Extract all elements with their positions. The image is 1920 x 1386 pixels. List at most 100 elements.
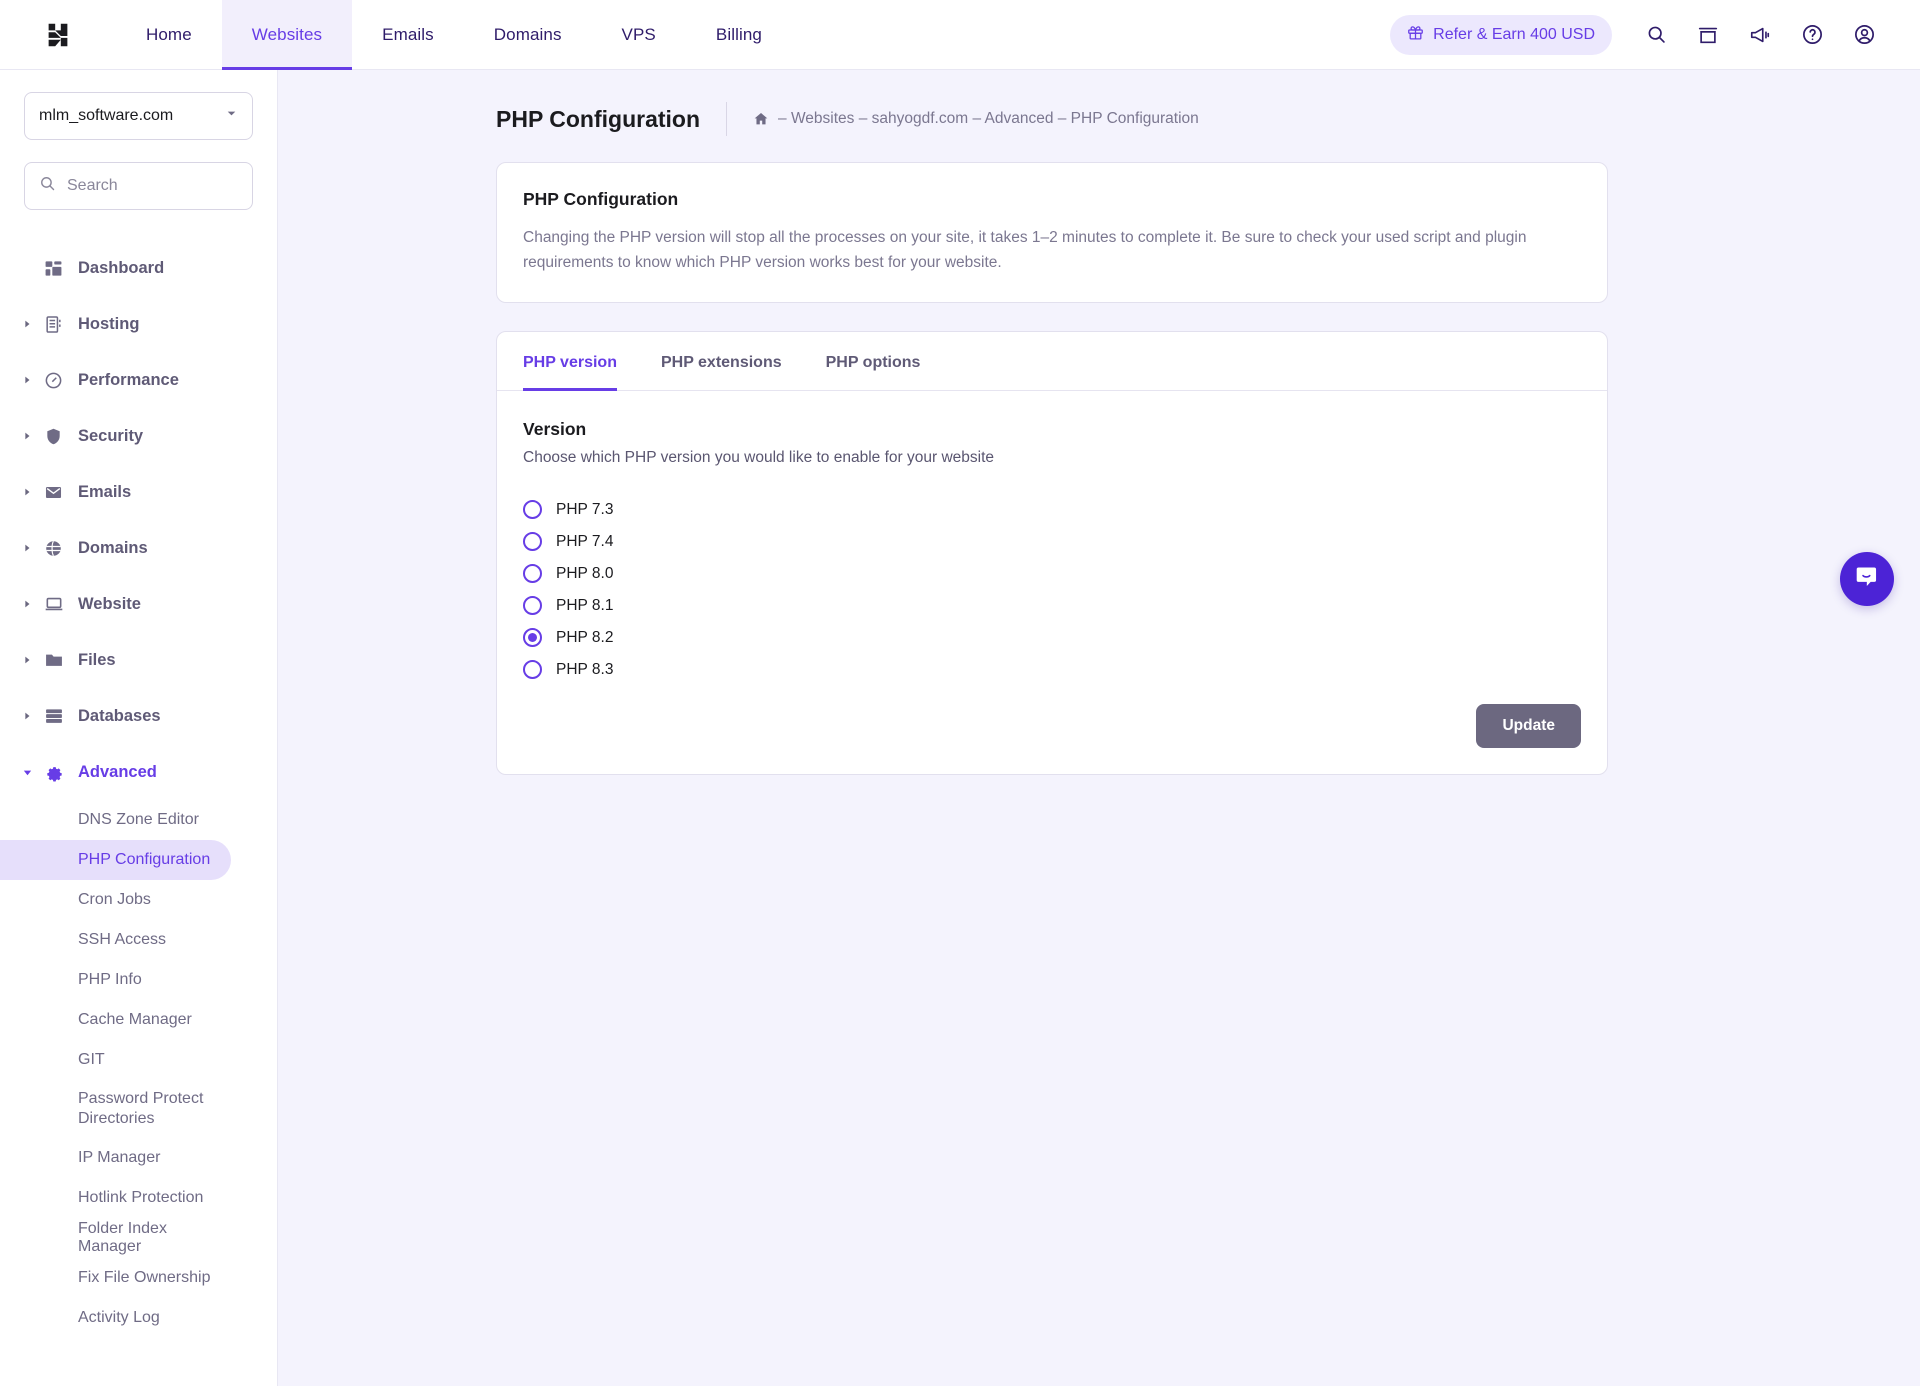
- radio-label: PHP 8.1: [556, 596, 614, 614]
- sidebar-item-advanced[interactable]: Advanced: [0, 744, 277, 800]
- sidebar-nav-list: Dashboard Hosting Performance Security E…: [0, 240, 277, 1358]
- sidebar-item-label: Domains: [78, 538, 148, 557]
- chevron-down-icon: [225, 107, 238, 125]
- domain-selector[interactable]: mlm_software.com: [24, 92, 253, 140]
- chevron-right-icon: [22, 431, 44, 441]
- folder-icon: [44, 650, 78, 670]
- search-icon[interactable]: [1634, 13, 1678, 57]
- server-icon: [44, 315, 78, 334]
- sidebar-item-label: Advanced: [78, 762, 157, 781]
- radio-icon: [523, 660, 542, 680]
- hostinger-logo[interactable]: [0, 0, 116, 69]
- radio-option-php-7-4[interactable]: PHP 7.4: [523, 526, 1581, 558]
- chevron-right-icon: [22, 375, 44, 385]
- radio-option-php-8-2[interactable]: PHP 8.2: [523, 622, 1581, 654]
- refer-and-earn-button[interactable]: Refer & Earn 400 USD: [1390, 14, 1612, 55]
- sidebar-subitem-activity-log[interactable]: Activity Log: [0, 1298, 231, 1338]
- update-button[interactable]: Update: [1476, 703, 1581, 748]
- nav-item-websites[interactable]: Websites: [221, 0, 353, 70]
- radio-option-php-8-0[interactable]: PHP 8.0: [523, 558, 1581, 590]
- nav-item-vps[interactable]: VPS: [592, 0, 686, 69]
- account-icon[interactable]: [1842, 13, 1886, 57]
- chevron-right-icon: [22, 319, 44, 329]
- home-icon[interactable]: [753, 111, 769, 127]
- sidebar-subitem-password-protect-directories[interactable]: Password Protect Directories: [0, 1080, 231, 1138]
- top-navigation-bar: Home Websites Emails Domains VPS Billing…: [0, 0, 1920, 70]
- refer-and-earn-label: Refer & Earn 400 USD: [1433, 25, 1595, 43]
- chevron-right-icon: [22, 655, 44, 665]
- radio-label: PHP 8.2: [556, 628, 614, 646]
- tab-php-version[interactable]: PHP version: [523, 332, 617, 391]
- sidebar-search[interactable]: [24, 162, 253, 210]
- nav-item-domains[interactable]: Domains: [464, 0, 592, 69]
- chevron-right-icon: [22, 487, 44, 497]
- tab-php-options[interactable]: PHP options: [826, 332, 921, 390]
- gear-icon: [44, 762, 78, 782]
- nav-item-home[interactable]: Home: [116, 0, 222, 69]
- tab-php-extensions[interactable]: PHP extensions: [661, 332, 782, 390]
- chevron-right-icon: [22, 543, 44, 553]
- radio-label: PHP 7.4: [556, 532, 614, 550]
- sidebar-subitem-dns-zone-editor[interactable]: DNS Zone Editor: [0, 800, 231, 840]
- sidebar-subitem-git[interactable]: GIT: [0, 1040, 231, 1080]
- sidebar-item-dashboard[interactable]: Dashboard: [0, 240, 277, 296]
- domain-selector-value: mlm_software.com: [39, 107, 174, 124]
- radio-icon: [523, 532, 542, 552]
- store-icon[interactable]: [1686, 13, 1730, 57]
- sidebar-subitem-cache-manager[interactable]: Cache Manager: [0, 1000, 231, 1040]
- sidebar-subitem-ip-manager[interactable]: IP Manager: [0, 1138, 231, 1178]
- radio-option-php-8-1[interactable]: PHP 8.1: [523, 590, 1581, 622]
- sidebar-subitem-php-info[interactable]: PHP Info: [0, 960, 231, 1000]
- version-section-title: Version: [523, 418, 587, 439]
- php-configuration-info-card: PHP Configuration Changing the PHP versi…: [496, 162, 1608, 303]
- sidebar-item-databases[interactable]: Databases: [0, 688, 277, 744]
- radio-option-php-8-3[interactable]: PHP 8.3: [523, 654, 1581, 686]
- megaphone-icon[interactable]: [1738, 13, 1782, 57]
- chevron-right-icon: [22, 711, 44, 721]
- sidebar-item-label: Website: [78, 594, 141, 613]
- nav-item-billing[interactable]: Billing: [686, 0, 792, 69]
- sidebar-item-hosting[interactable]: Hosting: [0, 296, 277, 352]
- search-input[interactable]: [67, 177, 238, 195]
- gift-icon: [1407, 24, 1424, 46]
- radio-icon-selected: [523, 628, 542, 648]
- top-bar-actions: Refer & Earn 400 USD: [1390, 0, 1920, 69]
- info-card-description: Changing the PHP version will stop all t…: [523, 229, 1527, 271]
- page-header: PHP Configuration – Websites – sahyogdf.…: [278, 70, 1920, 162]
- sidebar-item-emails[interactable]: Emails: [0, 464, 277, 520]
- php-settings-card: PHP version PHP extensions PHP options V…: [496, 330, 1608, 775]
- sidebar-item-files[interactable]: Files: [0, 632, 277, 688]
- sidebar-subitem-cron-jobs[interactable]: Cron Jobs: [0, 880, 231, 920]
- sidebar-subitem-ssh-access[interactable]: SSH Access: [0, 920, 231, 960]
- sidebar-item-performance[interactable]: Performance: [0, 352, 277, 408]
- version-section-subtitle: Choose which PHP version you would like …: [523, 448, 994, 466]
- hostinger-logo-icon: [48, 23, 68, 46]
- sidebar-item-label: Databases: [78, 706, 161, 725]
- speedometer-icon: [44, 371, 78, 390]
- sidebar-subitem-fix-file-ownership[interactable]: Fix File Ownership: [0, 1258, 231, 1298]
- chat-bubble-icon: [1854, 563, 1881, 595]
- sidebar-subitem-folder-index-manager[interactable]: Folder Index Manager: [0, 1218, 231, 1258]
- radio-label: PHP 8.3: [556, 660, 614, 678]
- radio-option-php-7-3[interactable]: PHP 7.3: [523, 494, 1581, 526]
- sidebar-item-security[interactable]: Security: [0, 408, 277, 464]
- shield-icon: [44, 427, 78, 446]
- chat-launcher-button[interactable]: [1840, 552, 1894, 606]
- chevron-down-icon: [22, 767, 44, 778]
- help-icon[interactable]: [1790, 13, 1834, 57]
- sidebar-item-label: Emails: [78, 482, 132, 501]
- search-icon: [39, 175, 56, 197]
- main-content: PHP Configuration – Websites – sahyogdf.…: [278, 70, 1920, 1386]
- sidebar-item-label: Dashboard: [78, 258, 165, 277]
- nav-item-emails[interactable]: Emails: [352, 0, 464, 69]
- chevron-right-icon: [22, 599, 44, 609]
- sidebar-subitem-php-configuration[interactable]: PHP Configuration: [0, 840, 231, 880]
- radio-icon: [523, 596, 542, 616]
- php-version-radio-group: PHP 7.3 PHP 7.4 PHP 8.0 PHP 8.1 PHP 8.2 …: [523, 494, 1581, 686]
- sidebar-subitem-hotlink-protection[interactable]: Hotlink Protection: [0, 1178, 231, 1218]
- sidebar-item-domains[interactable]: Domains: [0, 520, 277, 576]
- sidebar-item-label: Performance: [78, 370, 179, 389]
- sidebar-item-website[interactable]: Website: [0, 576, 277, 632]
- page-body: mlm_software.com Search Dashboard Hostin…: [0, 70, 1920, 1386]
- radio-icon: [523, 564, 542, 584]
